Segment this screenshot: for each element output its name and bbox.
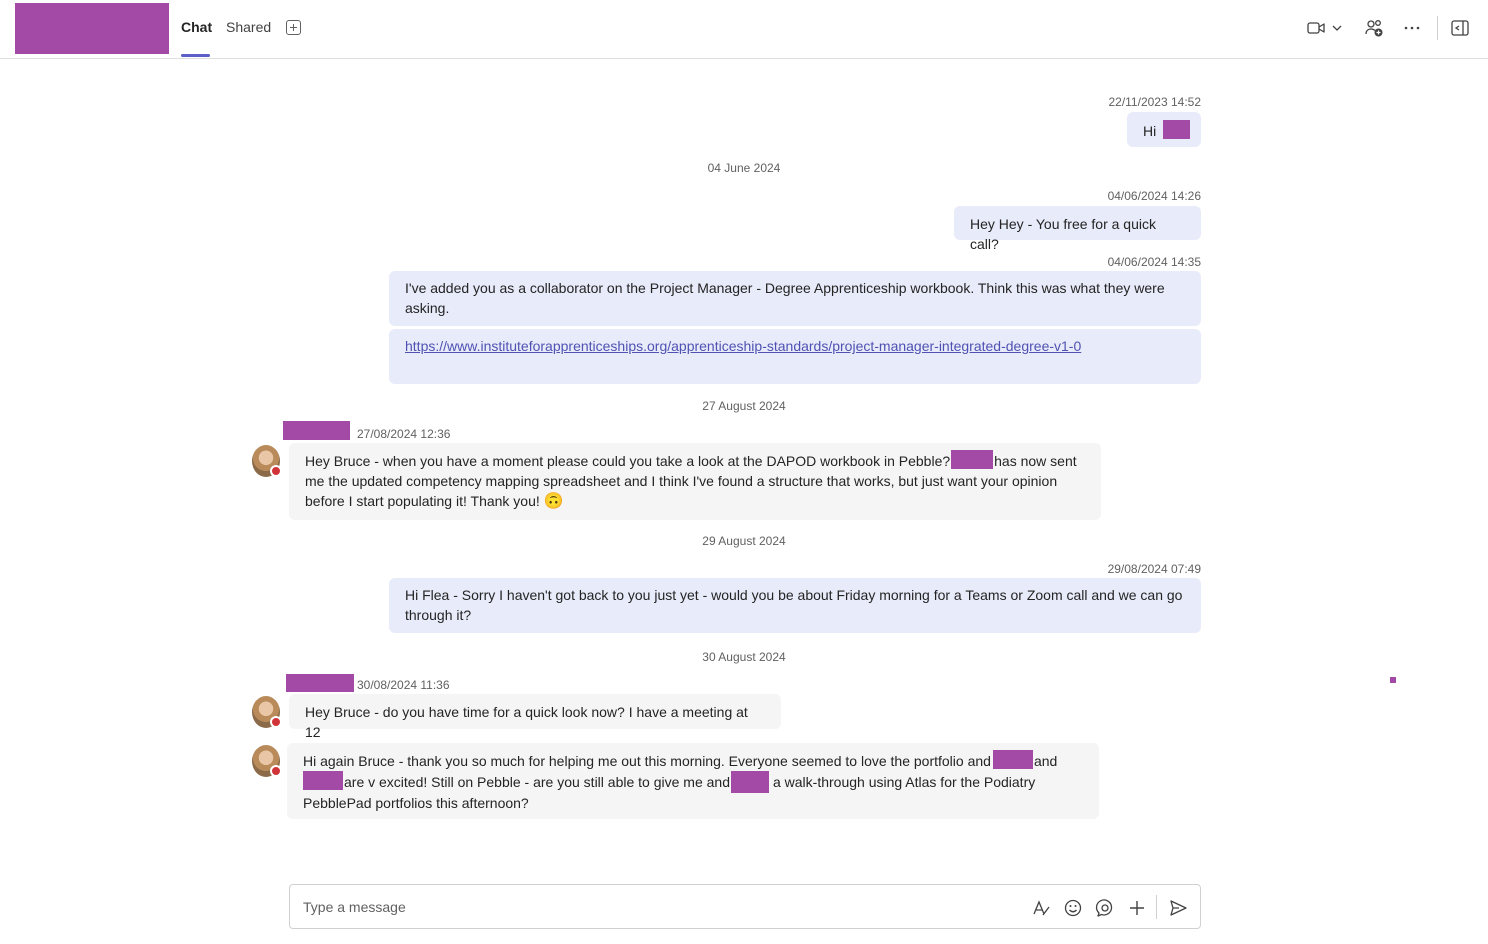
avatar[interactable]	[252, 745, 282, 777]
redacted-sender-name	[283, 421, 350, 440]
avatar[interactable]	[252, 696, 282, 728]
message-bubble-incoming[interactable]: Hi again Bruce - thank you so much for h…	[287, 743, 1099, 819]
message-timestamp: 04/06/2024 14:26	[1107, 189, 1201, 203]
upside-down-face-emoji-icon: 🙃	[543, 493, 564, 510]
message-text: has now sent	[994, 453, 1077, 469]
message-bubble-outgoing[interactable]: Hey Hey - You free for a quick call?	[954, 206, 1201, 252]
message-text: before I start populating it! Thank you!	[305, 493, 540, 509]
redacted-name	[303, 771, 343, 790]
loop-icon[interactable]	[1095, 898, 1115, 918]
message-bubble-outgoing[interactable]: https://www.instituteforapprenticeships.…	[389, 329, 1201, 384]
send-icon[interactable]	[1168, 898, 1188, 918]
redaction-marker	[1390, 677, 1396, 683]
message-text: and	[1033, 753, 1058, 769]
date-divider: 04 June 2024	[707, 161, 781, 175]
plus-icon[interactable]	[1127, 898, 1147, 918]
date-divider: 30 August 2024	[702, 650, 786, 664]
message-timestamp: 04/06/2024 14:35	[1107, 255, 1201, 269]
message-bubble-incoming[interactable]: Hey Bruce - when you have a moment pleas…	[289, 443, 1101, 520]
message-bubble-outgoing[interactable]: Hi Flea - Sorry I haven't got back to yo…	[389, 578, 1201, 633]
message-text: Hi Flea - Sorry I haven't got back to yo…	[405, 587, 1183, 623]
message-timestamp: 29/08/2024 07:49	[1107, 562, 1201, 576]
message-timestamp: 27/08/2024 12:36	[357, 427, 451, 441]
message-bubble-incoming[interactable]: Hey Bruce - do you have time for a quick…	[289, 694, 781, 740]
redacted-sender-name	[286, 674, 354, 692]
message-composer[interactable]	[289, 884, 1201, 929]
redacted-name	[992, 750, 1033, 769]
chat-header: Chat Shared	[0, 0, 1488, 59]
message-text: me the updated competency mapping spread…	[305, 473, 1058, 489]
header-divider	[1437, 16, 1438, 40]
message-text: Hey Bruce - do you have time for a quick…	[305, 704, 748, 740]
message-link[interactable]: https://www.instituteforapprenticeships.…	[405, 338, 1081, 354]
message-text: I've added you as a collaborator on the …	[405, 280, 1165, 316]
more-options-icon[interactable]	[1402, 18, 1422, 38]
presence-busy-icon	[270, 765, 282, 777]
people-add-icon[interactable]	[1364, 18, 1384, 38]
tab-active-indicator	[181, 54, 210, 57]
message-text: Hi	[1143, 123, 1157, 139]
message-text: Hey Bruce - when you have a moment pleas…	[305, 453, 951, 469]
message-bubble-outgoing[interactable]: I've added you as a collaborator on the …	[389, 271, 1201, 326]
tab-chat[interactable]: Chat	[181, 19, 212, 35]
message-text: are v excited! Still on Pebble - are you…	[344, 774, 730, 790]
date-divider: 29 August 2024	[702, 534, 786, 548]
message-text: PebblePad portfolios this afternoon?	[303, 795, 529, 811]
avatar[interactable]	[252, 445, 282, 477]
message-text: a walk-through using Atlas for the Podia…	[772, 774, 1036, 790]
tab-shared[interactable]: Shared	[226, 19, 271, 35]
presence-busy-icon	[270, 465, 282, 477]
message-timestamp: 22/11/2023 14:52	[1108, 95, 1201, 109]
redacted-name	[951, 450, 994, 469]
message-bubble-outgoing[interactable]: Hi	[1127, 112, 1201, 147]
emoji-icon[interactable]	[1063, 898, 1083, 918]
redacted-chat-title	[15, 3, 169, 54]
video-call-icon[interactable]	[1306, 18, 1326, 38]
message-timestamp: 30/08/2024 11:36	[357, 678, 450, 692]
composer-divider	[1156, 895, 1157, 919]
message-input[interactable]	[303, 897, 1003, 917]
chevron-down-icon[interactable]	[1330, 18, 1344, 38]
presence-busy-icon	[270, 716, 282, 728]
format-icon[interactable]	[1031, 898, 1051, 918]
open-side-panel-icon[interactable]	[1450, 18, 1470, 38]
redacted-name	[730, 771, 769, 793]
redacted-name	[1163, 120, 1191, 139]
message-text: Hey Hey - You free for a quick call?	[970, 216, 1156, 252]
add-tab-icon[interactable]	[286, 20, 301, 35]
date-divider: 27 August 2024	[702, 399, 786, 413]
message-text: Hi again Bruce - thank you so much for h…	[303, 753, 991, 769]
